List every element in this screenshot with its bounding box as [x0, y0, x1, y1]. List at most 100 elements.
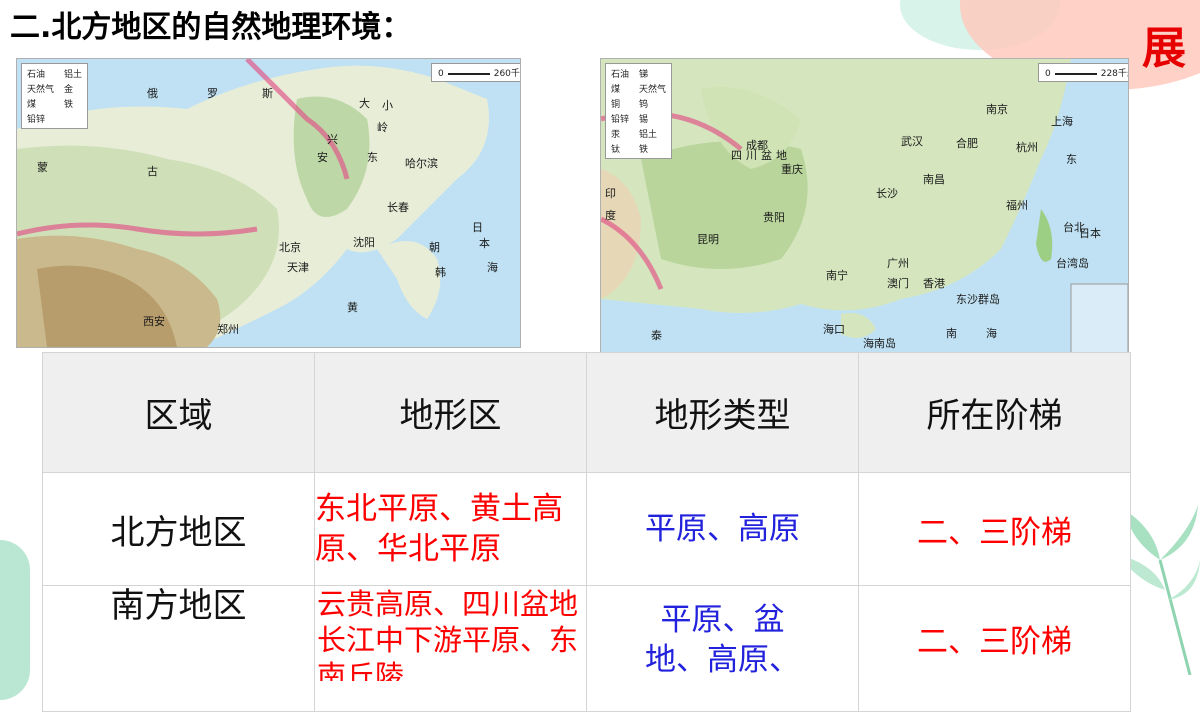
legend-item: 铝土: [639, 130, 658, 140]
map-label: 兴: [327, 133, 338, 146]
map-label: 安: [317, 151, 328, 164]
legend-item: 钨: [639, 100, 649, 110]
corner-label: 展: [1142, 23, 1186, 74]
map-southern-region: 石油 锑 煤 天然气 铜 钨 铅锌 锡 汞 铝土 钛 铁 0228千米 成都 四…: [600, 58, 1129, 356]
slide-title: 二.北方地区的自然地理环境：: [10, 10, 412, 45]
map-label: 四: [731, 149, 742, 162]
cell-terrain-step: 二、三阶梯: [858, 472, 1131, 586]
map-label: 广州: [887, 257, 909, 270]
map-label: 岭: [377, 121, 388, 134]
map-label: 罗: [207, 87, 218, 100]
header-region: 区域: [42, 352, 315, 473]
map-label: 香港: [923, 277, 945, 290]
map-label: 南宁: [826, 269, 848, 282]
map-label: 武汉: [901, 135, 923, 148]
map-label: 日: [472, 221, 483, 234]
cell-landform-type: 平原、高原: [586, 472, 859, 586]
map-label: 东: [1066, 153, 1077, 166]
map-northern-region: 石油 铝土 天然气 金 煤 铁 铅锌 0260千米 俄 罗 斯 蒙 古 大 兴 …: [16, 58, 521, 348]
legend-item: 石油: [27, 70, 46, 80]
map-label: 东沙群岛: [956, 293, 1000, 306]
map-label: 古: [147, 165, 158, 178]
cell-terrain-step-text: 二、三阶梯: [917, 624, 1072, 660]
legend-item: 铝土: [64, 70, 83, 80]
map-north-scale: 0260千米: [431, 63, 520, 82]
map-label: 福州: [1006, 199, 1028, 212]
map-south-terrain: [601, 59, 1128, 355]
legend-item: 铁: [639, 145, 649, 155]
map-label: 昆明: [697, 233, 719, 246]
legend-item: 天然气: [27, 85, 55, 95]
map-label: 俄: [147, 87, 158, 100]
decor-leaf-left: [0, 540, 30, 700]
map-label: 南昌: [923, 173, 945, 186]
map-label: 长沙: [876, 187, 898, 200]
cell-landform-text: 云贵高原、四川盆地长江中下游平原、东南丘陵: [317, 587, 579, 681]
cell-terrain-step: 二、三阶梯: [858, 585, 1131, 712]
cell-landform: 东北平原、黄土高原、华北平原: [314, 472, 587, 586]
legend-item: 汞: [611, 130, 621, 140]
map-label: 海: [487, 261, 498, 274]
map-label: 哈尔滨: [405, 157, 438, 170]
legend-item: 铅锌: [27, 115, 46, 125]
header-terrain-step: 所在阶梯: [858, 352, 1131, 473]
map-label: 长春: [387, 201, 409, 214]
legend-item: 锡: [639, 115, 649, 125]
terrain-comparison-table: 区域 地形区 地形类型 所在阶梯 北方地区 东北平原、黄土高原、华北平原 平原、…: [42, 352, 1131, 712]
legend-item: 金: [64, 85, 74, 95]
table-row: 南方地区 云贵高原、四川盆地长江中下游平原、东南丘陵 平原、盆地、高原、丘陵 二…: [42, 585, 1131, 712]
map-label: 盆: [761, 149, 772, 162]
map-label: 川: [746, 149, 757, 162]
map-label: 天津: [287, 261, 309, 274]
map-south-scale: 0228千米: [1038, 63, 1128, 82]
header-landform: 地形区: [314, 352, 587, 473]
cell-landform-type: 平原、盆地、高原、丘陵: [586, 585, 859, 712]
map-label: 小: [382, 99, 393, 112]
legend-item: 锑: [639, 70, 649, 80]
map-label: 东: [367, 151, 378, 164]
legend-item: 铜: [611, 100, 621, 110]
map-label: 海: [986, 327, 997, 340]
map-label: 台湾岛: [1056, 257, 1089, 270]
map-label: 合肥: [956, 137, 978, 150]
cell-region-text: 南方地区: [110, 586, 247, 626]
legend-item: 铅锌: [611, 115, 630, 125]
map-label: 黄: [347, 301, 358, 314]
legend-item: 铁: [64, 100, 74, 110]
map-label: 斯: [262, 87, 273, 100]
map-north-terrain: [17, 59, 520, 347]
map-south-legend: 石油 锑 煤 天然气 铜 钨 铅锌 锡 汞 铝土 钛 铁: [605, 63, 673, 159]
map-label: 海口: [823, 323, 845, 336]
map-label: 泰: [651, 329, 662, 342]
legend-item: 天然气: [639, 85, 667, 95]
legend-item: 钛: [611, 145, 621, 155]
map-label: 重庆: [781, 163, 803, 176]
map-north-legend: 石油 铝土 天然气 金 煤 铁 铅锌: [21, 63, 89, 129]
map-label: 本: [479, 237, 490, 250]
map-label: 上海: [1051, 115, 1073, 128]
cell-region: 南方地区: [42, 585, 315, 712]
map-label: 日本: [1079, 227, 1101, 240]
map-label: 印: [605, 187, 616, 200]
map-label: 北京: [279, 241, 301, 254]
map-label: 贵阳: [763, 211, 785, 224]
map-label: 杭州: [1016, 141, 1038, 154]
map-label: 沈阳: [353, 236, 375, 249]
map-label: 西安: [143, 315, 165, 328]
map-label: 度: [605, 209, 616, 222]
map-label: 南: [946, 327, 957, 340]
decor-palm-leaf-icon: [1120, 505, 1200, 675]
legend-item: 煤: [611, 85, 621, 95]
header-landform-type: 地形类型: [586, 352, 859, 473]
map-label: 韩: [435, 266, 446, 279]
table-row: 北方地区 东北平原、黄土高原、华北平原 平原、高原 二、三阶梯: [42, 472, 1131, 586]
table-header-row: 区域 地形区 地形类型 所在阶梯: [42, 352, 1131, 473]
cell-landform-type-text: 平原、盆地、高原、丘陵: [645, 602, 800, 678]
map-label: 南京: [986, 103, 1008, 116]
map-label: 郑州: [217, 323, 239, 336]
cell-region: 北方地区: [42, 472, 315, 586]
legend-item: 煤: [27, 100, 37, 110]
legend-item: 石油: [611, 70, 630, 80]
map-label: 海南岛: [863, 337, 896, 350]
map-label: 澳门: [887, 277, 909, 290]
